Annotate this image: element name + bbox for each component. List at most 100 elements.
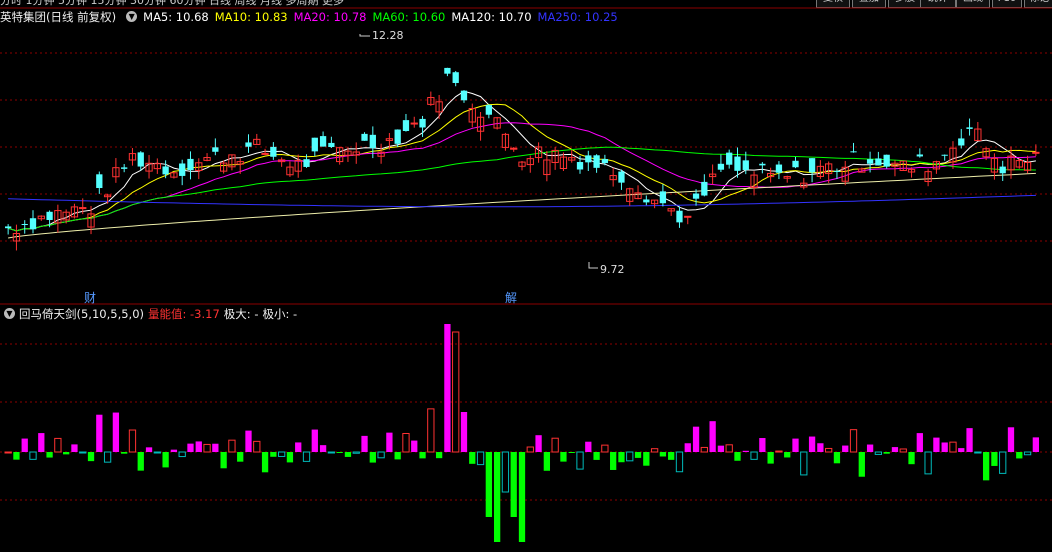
- indicator-bar: [725, 444, 733, 453]
- indicator-bar: [874, 451, 883, 455]
- candlestick: [1032, 144, 1040, 156]
- candle-body: [701, 181, 708, 196]
- financial-report-marker[interactable]: 财: [84, 291, 96, 305]
- indicator-bar: [79, 451, 87, 454]
- candle-body: [676, 210, 683, 223]
- candlestick: [775, 161, 783, 180]
- candlestick: [659, 184, 667, 207]
- indicator-bar: [137, 452, 144, 471]
- indicator-bar: [941, 442, 948, 452]
- indicator-bar: [63, 452, 70, 455]
- candle-body: [319, 136, 327, 147]
- indicator-bar: [71, 444, 78, 452]
- candle-body: [444, 67, 451, 74]
- indicator-bar: [87, 452, 95, 462]
- candle-body: [394, 129, 401, 144]
- indicator-bar: [402, 432, 410, 453]
- candlestick: [974, 121, 982, 142]
- indicator-bar: [999, 451, 1007, 474]
- candlestick: [328, 136, 335, 149]
- indicator-bar: [485, 452, 492, 517]
- indicator-bar: [675, 451, 684, 473]
- candle-body: [79, 207, 87, 210]
- candlestick: [941, 154, 948, 161]
- candlestick: [924, 169, 932, 187]
- candle-body: [270, 146, 277, 157]
- candle-body: [29, 218, 37, 230]
- candle-body: [485, 105, 492, 115]
- candlestick: [800, 177, 808, 190]
- indicator-bar: [601, 444, 609, 453]
- indicator-bar: [626, 451, 634, 462]
- candlestick: [510, 147, 518, 152]
- candlestick: [162, 160, 169, 179]
- candle-body: [460, 90, 468, 101]
- candlestick: [501, 132, 510, 151]
- indicator-bar: [344, 452, 352, 457]
- candlestick: [460, 90, 468, 103]
- indicator-bar: [560, 452, 567, 462]
- indicator-bar: [518, 452, 526, 542]
- indicator-bar: [178, 451, 186, 458]
- kline-chart[interactable]: 12.28 9.72 财 解: [0, 0, 1052, 552]
- indicator-bar: [444, 324, 451, 452]
- candlestick: [726, 149, 733, 169]
- candlestick: [551, 146, 559, 170]
- candlestick: [96, 171, 103, 194]
- candle-body: [618, 171, 625, 183]
- indicator-bar: [800, 451, 808, 476]
- candlestick: [121, 164, 128, 173]
- unlock-marker[interactable]: 解: [505, 291, 517, 305]
- candle-body: [659, 191, 667, 204]
- candle-body: [452, 72, 459, 83]
- candle-body: [5, 226, 12, 229]
- candle-body: [96, 174, 103, 189]
- indicator-bar: [162, 452, 169, 468]
- candlestick: [54, 204, 62, 233]
- candlestick: [128, 148, 137, 166]
- candle-body: [402, 120, 410, 131]
- candle-body: [303, 159, 310, 167]
- candlestick: [643, 195, 650, 206]
- candlestick: [170, 171, 178, 179]
- candle-body: [593, 155, 600, 168]
- indicator-bar: [974, 451, 982, 454]
- indicator-bar: [650, 448, 659, 453]
- candlestick: [999, 160, 1006, 181]
- candlestick: [145, 155, 153, 179]
- candlestick: [219, 160, 228, 174]
- indicator-bar: [842, 445, 849, 452]
- candlestick: [626, 187, 634, 206]
- indicator-bar: [435, 452, 443, 459]
- indicator-bar: [245, 430, 252, 452]
- indicator-bar: [13, 452, 20, 460]
- indicator-bar: [916, 433, 923, 452]
- indicator-histogram: [4, 324, 1039, 542]
- candlestick: [103, 193, 112, 204]
- indicator-bar: [386, 432, 393, 452]
- indicator-bar: [38, 433, 45, 452]
- candle-body: [684, 215, 692, 218]
- candle-body: [46, 211, 53, 220]
- candle-body: [419, 118, 426, 128]
- candlestick: [112, 158, 120, 183]
- candle-body: [311, 137, 318, 152]
- indicator-bar: [734, 452, 741, 461]
- candle-body: [916, 154, 923, 157]
- candle-body: [759, 163, 766, 166]
- indicator-bar: [220, 452, 227, 469]
- candlestick: [966, 118, 973, 136]
- indicator-bar: [377, 451, 385, 459]
- candlesticks[interactable]: [5, 67, 1040, 251]
- candle-body: [601, 159, 609, 164]
- candle-body: [643, 199, 650, 203]
- candlestick: [717, 154, 725, 173]
- indicator-bar: [991, 452, 998, 466]
- indicator-bar: [643, 452, 650, 466]
- indicator-bar: [336, 452, 343, 453]
- candlestick: [29, 210, 37, 234]
- indicator-bar: [302, 451, 311, 462]
- candlestick: [37, 215, 45, 221]
- candlestick: [270, 142, 277, 160]
- candle-body: [328, 142, 335, 148]
